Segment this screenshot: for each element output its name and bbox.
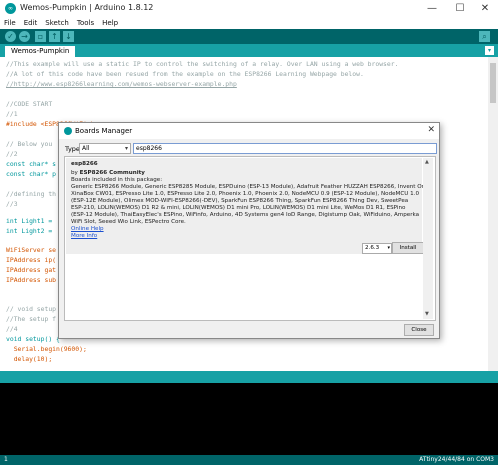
code-line: //4 — [6, 325, 18, 333]
upload-button[interactable]: → — [19, 31, 30, 42]
more-info-link[interactable]: More Info — [71, 233, 97, 239]
chevron-down-icon: ▾ — [124, 145, 128, 152]
boards-line: (ESP-12 Module), ThaiEasyElec's ESPino, … — [71, 212, 420, 218]
menu-edit[interactable]: Edit — [20, 17, 42, 27]
code-line: const char* p — [6, 170, 57, 178]
maximize-button[interactable]: ☐ — [447, 0, 473, 17]
code-line: // Below you — [6, 140, 53, 148]
menu-bar: File Edit Sketch Tools Help — [0, 17, 498, 29]
code-line: const char* s — [6, 160, 57, 168]
code-line: int Light1 = — [6, 217, 53, 225]
code-line: //The setup f — [6, 315, 57, 323]
boards-line: WiFi Slot, Seeed Wio Link, ESPectro Core… — [71, 219, 186, 225]
arduino-logo-icon: ∞ — [5, 3, 16, 14]
verify-button[interactable]: ✓ — [5, 31, 16, 42]
open-sketch-button[interactable]: ↑ — [49, 31, 60, 42]
menu-help[interactable]: Help — [98, 17, 122, 27]
version-value: 2.6.3 — [365, 245, 380, 251]
package-author-line: by ESP8266 Community — [71, 170, 145, 176]
tab-wemos-pumpkin[interactable]: Wemos-Pumpkin — [5, 46, 76, 57]
menu-file[interactable]: File — [0, 17, 20, 27]
dialog-close-icon[interactable]: ✕ — [427, 125, 435, 135]
editor-scrollbar[interactable] — [488, 57, 498, 371]
window-title-bar: ∞ Wemos-Pumpkin | Arduino 1.8.12 — ☐ ✕ — [0, 0, 498, 18]
boards-list: esp8266 by ESP8266 Community Boards incl… — [64, 156, 436, 321]
code-line: //2 — [6, 150, 18, 158]
code-line: int Light2 = — [6, 227, 53, 235]
boards-line: (ESP-12E Module), Olimex MOD-WIFI-ESP826… — [71, 198, 409, 204]
code-line: //This example will use a static IP to c… — [6, 60, 399, 68]
close-window-button[interactable]: ✕ — [472, 0, 498, 17]
editor-scrollbar-thumb[interactable] — [490, 63, 496, 103]
code-line: Serial.begin(9600); — [6, 345, 87, 353]
menu-tools[interactable]: Tools — [73, 17, 98, 27]
boards-intro: Boards included in this package: — [71, 177, 163, 183]
search-input[interactable]: esp8266 — [133, 143, 437, 154]
minimize-button[interactable]: — — [419, 0, 445, 17]
online-help-link[interactable]: Online Help — [71, 226, 104, 232]
code-line: //3 — [6, 200, 18, 208]
serial-monitor-button[interactable]: ⌕ — [479, 31, 490, 42]
code-line: IPAddress ip( — [6, 256, 57, 264]
boards-manager-dialog: Boards Manager ✕ Type All ▾ esp8266 esp8… — [58, 122, 440, 339]
version-select[interactable]: 2.6.3 ▾ — [362, 243, 392, 254]
type-select-value: All — [82, 145, 90, 152]
code-line: //CODE START — [6, 100, 53, 108]
footer-bar: 1 ATtiny24/44/84 on COM3 — [0, 455, 498, 465]
code-line: //A lot of this code have been resued fr… — [6, 70, 364, 78]
dialog-title-bar: Boards Manager ✕ — [59, 123, 439, 139]
scroll-down-icon[interactable]: ▼ — [425, 311, 429, 317]
tab-bar: Wemos-Pumpkin ▾ — [0, 44, 498, 57]
list-scrollbar[interactable] — [423, 158, 433, 319]
code-line: //1 — [6, 110, 18, 118]
close-button[interactable]: Close — [404, 324, 434, 336]
status-bar — [0, 371, 498, 383]
new-sketch-button[interactable]: ▫ — [35, 31, 46, 42]
code-line: void setup() { — [6, 335, 60, 343]
toolbar: ✓ → ▫ ↑ ↓ ⌕ — [0, 29, 498, 44]
code-line: WiFiServer se — [6, 246, 57, 254]
code-line: // void setup — [6, 305, 57, 313]
code-line: IPAddress gat — [6, 266, 57, 274]
boards-line: ESP-210, LOLIN(WEMOS) D1 R2 & mini, LOLI… — [71, 205, 406, 211]
tab-menu-button[interactable]: ▾ — [485, 46, 494, 55]
chevron-down-icon: ▾ — [387, 245, 390, 251]
package-author: ESP8266 Community — [79, 170, 145, 176]
dialog-title: Boards Manager — [75, 127, 133, 135]
author-prefix: by — [71, 170, 78, 176]
code-line-link[interactable]: //http://www.esp8266learning.com/wemos-w… — [6, 80, 237, 88]
type-label: Type — [65, 145, 80, 153]
package-name: esp8266 — [71, 161, 98, 167]
boards-line: Generic ESP8266 Module, Generic ESP8285 … — [71, 184, 431, 190]
install-button[interactable]: Install — [392, 242, 424, 254]
arduino-logo-icon — [64, 127, 72, 135]
board-package-item[interactable]: esp8266 by ESP8266 Community Boards incl… — [66, 158, 430, 254]
boards-line: XinaBox CW01, ESPresso Lite 1.0, ESPress… — [71, 191, 420, 197]
code-line: delay(10); — [6, 355, 53, 363]
scroll-up-icon[interactable]: ▲ — [425, 159, 429, 165]
type-select[interactable]: All ▾ — [79, 143, 131, 154]
menu-sketch[interactable]: Sketch — [41, 17, 73, 27]
save-sketch-button[interactable]: ↓ — [63, 31, 74, 42]
console-output — [0, 383, 498, 455]
code-line: IPAddress sub — [6, 276, 57, 284]
board-port-label: ATtiny24/44/84 on COM3 — [419, 456, 494, 463]
window-title: Wemos-Pumpkin | Arduino 1.8.12 — [20, 3, 154, 12]
line-number: 1 — [4, 456, 8, 463]
code-line: //defining th — [6, 190, 57, 198]
